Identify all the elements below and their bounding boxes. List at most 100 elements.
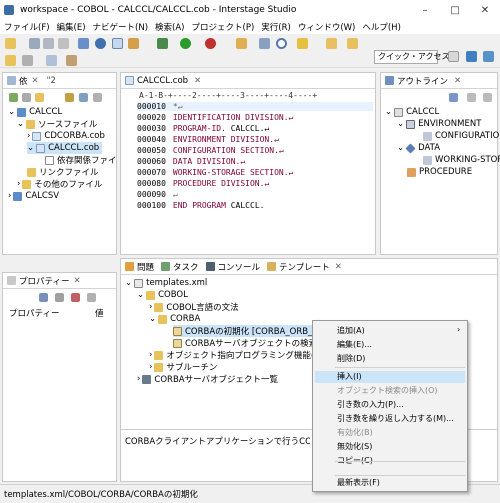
- tab-problems[interactable]: 問題: [137, 261, 154, 273]
- template-folder-oop[interactable]: › オブジェクト指向プログラミング機能の文法: [149, 349, 336, 361]
- code-line[interactable]: 000060 DATA DIVISION.↵: [137, 157, 245, 166]
- maximize-icon[interactable]: [483, 93, 492, 102]
- code-line[interactable]: 000070 WORKING-STORAGE SECTION.↵: [137, 168, 293, 177]
- code-line[interactable]: 000010 *↵: [137, 102, 373, 111]
- redo-icon[interactable]: [22, 55, 33, 66]
- close-icon[interactable]: ✕: [194, 76, 201, 86]
- view-menu-icon[interactable]: [87, 293, 96, 302]
- properties-tab[interactable]: プロパティー: [19, 275, 70, 287]
- tab-templates[interactable]: テンプレート: [279, 261, 330, 273]
- code-line[interactable]: 000030 PROGRAM-ID. CALCCL.↵: [137, 124, 269, 133]
- undo-icon[interactable]: [5, 55, 16, 66]
- outline-item-configuration[interactable]: CONFIGURATION: [423, 130, 500, 142]
- up-nav-icon[interactable]: [35, 93, 44, 102]
- close-icon[interactable]: ✕: [335, 262, 342, 272]
- code-line[interactable]: 000040 ENVIRONMENT DIVISION.↵: [137, 135, 279, 144]
- run-icon[interactable]: [180, 38, 191, 49]
- tree-item-link-folder[interactable]: リンクファイル: [27, 166, 99, 178]
- search-icon[interactable]: [276, 38, 287, 49]
- template-folder-subroutine[interactable]: › サブルーチン: [149, 361, 217, 373]
- menu-project[interactable]: プロジェクト(P): [192, 21, 255, 33]
- tree-item-project-2[interactable]: › CALCSV: [8, 190, 59, 202]
- menu-item[interactable]: 引き数を繰り返し入力する(M)...: [337, 413, 454, 425]
- template-root[interactable]: ⌄ templates.xml: [125, 277, 207, 289]
- new-icon[interactable]: [5, 38, 16, 49]
- close-icon[interactable]: ✕: [32, 76, 39, 86]
- cobol-perspective-icon[interactable]: [466, 51, 477, 62]
- code-line[interactable]: 000100 END PROGRAM CALCCL.: [137, 201, 264, 210]
- tree-item-other-folder[interactable]: › その他のファイル: [17, 178, 102, 190]
- tree-item-dependency[interactable]: 依存関係ファイ: [45, 154, 117, 166]
- code-line[interactable]: 000050 CONFIGURATION SECTION.↵: [137, 146, 284, 155]
- navigator-tab[interactable]: 依: [19, 75, 28, 87]
- save-icon[interactable]: [29, 38, 40, 49]
- maximize-button[interactable]: □: [440, 0, 470, 20]
- template-folder-grammar[interactable]: › COBOL言語の文法: [149, 301, 239, 313]
- settings-icon[interactable]: [95, 38, 106, 49]
- outline-item-data[interactable]: ⌄ DATA: [397, 142, 440, 154]
- save-all-icon[interactable]: [43, 38, 54, 49]
- tab-tasks[interactable]: タスク: [173, 261, 199, 273]
- forward-nav-icon[interactable]: [22, 93, 31, 102]
- debug-icon[interactable]: [157, 38, 168, 49]
- menu-item[interactable]: 挿入(I): [315, 371, 465, 383]
- template-folder-corba[interactable]: ⌄ CORBA: [149, 313, 200, 325]
- restore-default-icon[interactable]: [71, 293, 80, 302]
- outline-tab[interactable]: アウトライン: [397, 75, 448, 87]
- editor-tab[interactable]: CALCCL.cob: [137, 76, 188, 86]
- categories-icon[interactable]: [39, 293, 48, 302]
- menu-item[interactable]: 削除(D): [337, 353, 365, 365]
- menu-run[interactable]: 実行(R): [261, 21, 291, 33]
- tree-item-file-selected[interactable]: ⌄ CALCCL.cob: [27, 142, 103, 154]
- annotation-icon[interactable]: [259, 38, 270, 49]
- menu-navigate[interactable]: ナビゲート(N): [93, 21, 149, 33]
- view-menu-icon[interactable]: [93, 93, 102, 102]
- close-icon[interactable]: ✕: [454, 76, 461, 86]
- menu-item[interactable]: 引き数の入力(P)...: [337, 399, 404, 411]
- quick-access-field[interactable]: クイック・アクセス: [374, 50, 449, 64]
- link-editor-icon[interactable]: [79, 93, 88, 102]
- menu-window[interactable]: ウィンドウ(W): [298, 21, 356, 33]
- collapse-all-icon[interactable]: [65, 93, 74, 102]
- menu-file[interactable]: ファイル(F): [4, 21, 50, 33]
- menu-item[interactable]: 追加(A): [337, 325, 365, 337]
- window-icon[interactable]: [112, 38, 123, 49]
- menu-item[interactable]: 最新表示(F): [337, 477, 380, 489]
- tools-icon[interactable]: [128, 38, 139, 49]
- sort-icon[interactable]: [449, 93, 458, 102]
- outline-item-procedure[interactable]: PROCEDURE: [407, 166, 472, 178]
- forward-icon[interactable]: [347, 38, 358, 49]
- code-line[interactable]: 000090 ↵: [137, 190, 178, 199]
- tree-item-project[interactable]: ⌄ CALCCL: [8, 106, 62, 118]
- menu-item[interactable]: 無効化(S): [337, 441, 372, 453]
- open-perspective-icon[interactable]: [448, 51, 459, 62]
- link-icon[interactable]: [46, 55, 57, 66]
- code-line[interactable]: 000020 IDENTIFICATION DIVISION.↵: [137, 113, 293, 122]
- outline-item-working-storage[interactable]: WORKING-STORA: [423, 154, 500, 166]
- pin-icon[interactable]: [66, 55, 77, 66]
- menu-search[interactable]: 検索(A): [155, 21, 184, 33]
- external-tools-icon[interactable]: [205, 38, 216, 49]
- outline-item-environment[interactable]: ⌄ ENVIRONMENT: [397, 118, 481, 130]
- back-icon[interactable]: [326, 38, 337, 49]
- advanced-icon[interactable]: [55, 293, 64, 302]
- code-line[interactable]: 000080 PROCEDURE DIVISION.↵: [137, 179, 269, 188]
- template-corba-list[interactable]: › CORBAサーバオブジェクト一覧: [137, 373, 278, 385]
- tree-item-source-folder[interactable]: ⌄ ソースファイル: [17, 118, 97, 130]
- tree-item-file[interactable]: › CDCORBA.cob: [27, 130, 105, 142]
- minimize-icon[interactable]: [467, 93, 476, 102]
- print-icon[interactable]: [58, 38, 69, 49]
- template-folder-cobol[interactable]: ⌄ COBOL: [137, 289, 188, 301]
- minimize-button[interactable]: –: [410, 0, 440, 20]
- next-annotation-icon[interactable]: [297, 38, 308, 49]
- build-icon[interactable]: [78, 38, 89, 49]
- outline-item-program[interactable]: ⌄ CALCCL: [385, 106, 439, 118]
- navigator-tab-2[interactable]: "2: [47, 76, 56, 86]
- edit-icon[interactable]: [236, 38, 247, 49]
- menu-edit[interactable]: 編集(E): [57, 21, 86, 33]
- menu-item[interactable]: 編集(E)...: [337, 339, 372, 351]
- tab-console[interactable]: コンソール: [218, 261, 261, 273]
- java-perspective-icon[interactable]: [483, 51, 494, 62]
- back-nav-icon[interactable]: [9, 93, 18, 102]
- close-icon[interactable]: ✕: [74, 276, 81, 286]
